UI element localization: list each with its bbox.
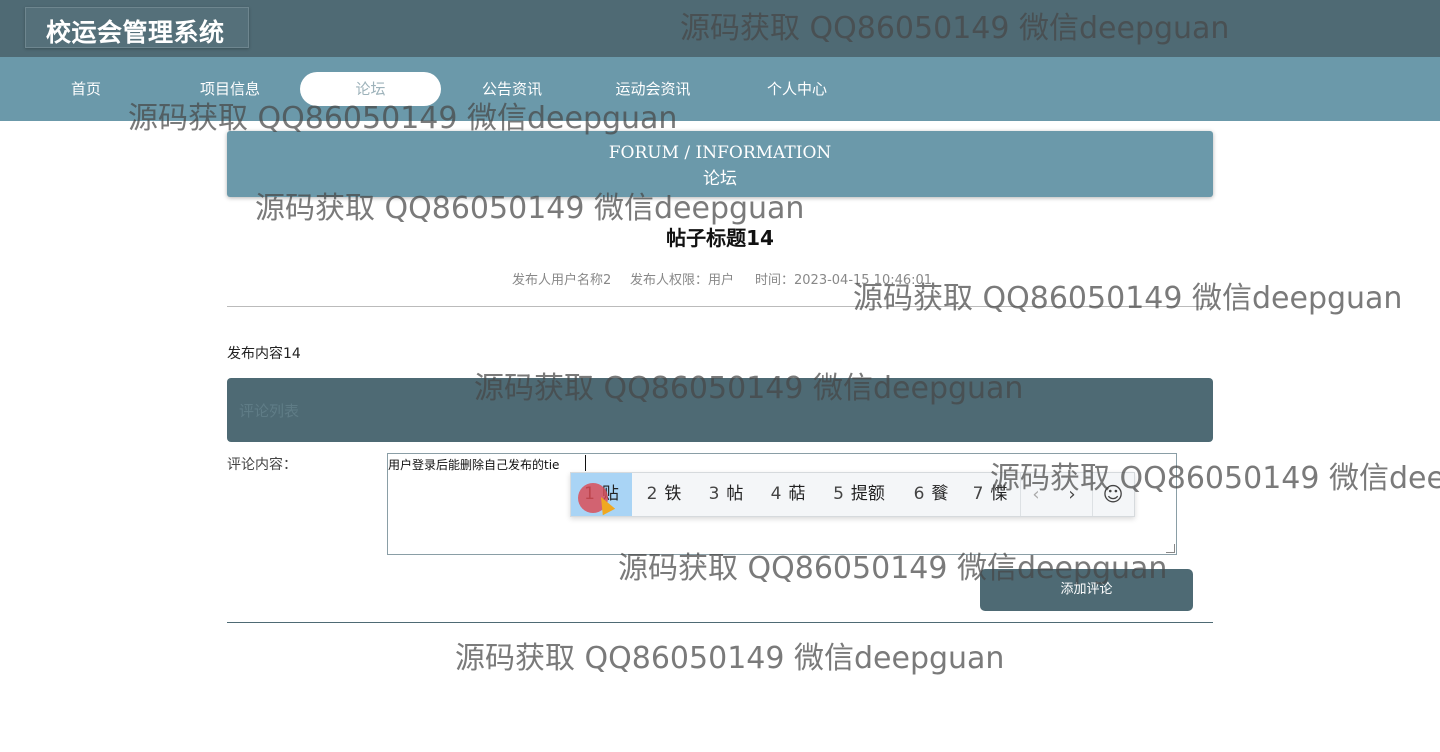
nav-profile[interactable]: 个人中心 bbox=[755, 72, 839, 106]
ime-candidate[interactable]: 4萜 bbox=[758, 473, 818, 516]
post-content: 发布内容14 bbox=[227, 346, 301, 362]
app-logo[interactable]: 校运会管理系统 bbox=[25, 7, 249, 48]
nav-sports-news[interactable]: 运动会资讯 bbox=[600, 72, 706, 106]
comment-input-value: 用户登录后能删除自己发布的tie bbox=[388, 458, 560, 472]
top-bar: 校运会管理系统 bbox=[0, 0, 1440, 57]
post-author: 发布人用户名称2 bbox=[512, 273, 612, 288]
divider bbox=[227, 306, 1213, 307]
text-caret bbox=[585, 455, 586, 471]
ime-next-icon[interactable]: › bbox=[1056, 473, 1088, 516]
add-comment-button[interactable]: 添加评论 bbox=[980, 569, 1193, 611]
ime-prev-icon[interactable]: ‹ bbox=[1020, 473, 1052, 516]
watermark-text: 源码获取 QQ86050149 微信deepguan bbox=[455, 641, 1005, 676]
comment-label: 评论内容： bbox=[227, 457, 297, 473]
banner-title-cn: 论坛 bbox=[703, 169, 737, 189]
watermark-text: 源码获取 QQ86050149 微信deepguan bbox=[853, 281, 1403, 316]
nav-projects[interactable]: 项目信息 bbox=[190, 72, 270, 106]
nav-forum[interactable]: 论坛 bbox=[300, 72, 441, 106]
comment-list-title: 评论列表 bbox=[239, 402, 300, 420]
divider bbox=[227, 622, 1213, 623]
ime-candidate[interactable]: 5 提额 bbox=[821, 473, 897, 516]
comment-list-header: 评论列表 bbox=[227, 378, 1213, 442]
nav-home[interactable]: 首页 bbox=[50, 72, 122, 106]
ime-candidate[interactable]: 6餮 bbox=[901, 473, 961, 516]
section-banner: FORUM / INFORMATION 论坛 bbox=[227, 131, 1213, 197]
main-nav: 首页 项目信息 论坛 公告资讯 运动会资讯 个人中心 bbox=[0, 57, 1440, 121]
ime-emoji-icon[interactable]: ☺ bbox=[1095, 473, 1131, 516]
ime-candidate-bar: 1贴 2铁 3帖 4萜 5提额 6餮 7惵 ‹ › ☺ bbox=[570, 472, 1135, 517]
ime-separator bbox=[1092, 473, 1093, 516]
app-title: 校运会管理系统 bbox=[46, 18, 225, 47]
resize-handle[interactable] bbox=[1166, 544, 1175, 553]
ime-candidate[interactable]: 2铁 bbox=[634, 473, 694, 516]
banner-title-en: FORUM / INFORMATION bbox=[608, 143, 832, 163]
ime-candidate[interactable]: 3帖 bbox=[696, 473, 756, 516]
post-title: 帖子标题14 bbox=[666, 226, 774, 250]
post-role: 发布人权限：用户 bbox=[630, 273, 735, 288]
post-time: 时间：2023-04-15 10:46:01 bbox=[755, 273, 933, 288]
ime-candidate[interactable]: 7惵 bbox=[961, 473, 1019, 516]
nav-announcements[interactable]: 公告资讯 bbox=[470, 72, 554, 106]
